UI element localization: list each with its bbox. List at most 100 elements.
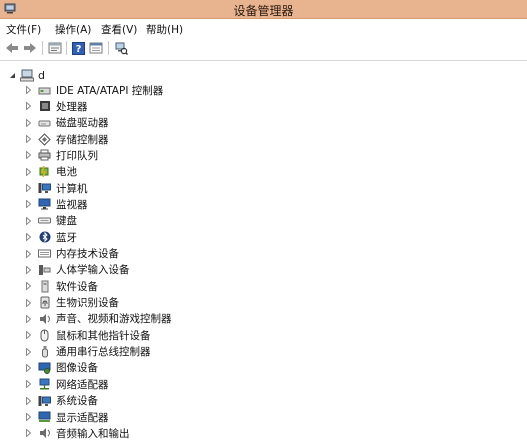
tree-category-label: 计算机 [56,182,88,195]
expand-arrow-icon[interactable] [26,429,32,438]
scan-hardware-icon[interactable] [113,40,129,56]
tree-category-item[interactable]: 监视器 [26,196,88,212]
tree-category-label: 通用串行总线控制器 [56,346,151,359]
expand-arrow-icon[interactable] [26,413,32,421]
tree-category-item[interactable]: 磁盘驱动器 [26,115,109,131]
forward-arrow-icon[interactable] [22,40,38,56]
toolbar-separator [66,41,67,55]
tree-category-label: 系统设备 [56,395,98,408]
expand-arrow-icon[interactable] [26,331,32,340]
expand-arrow-icon[interactable] [26,298,32,307]
network-adapter-icon [38,378,51,391]
tree-category-item[interactable]: IDE ATA/ATAPI 控制器 [26,82,163,98]
help-icon[interactable]: ? [70,40,86,56]
software-device-icon [38,280,51,293]
sound-icon [38,312,51,325]
tree-category-label: 蓝牙 [56,231,77,244]
tree-category-item[interactable]: 网络适配器 [26,376,109,392]
tree-category-label: 存储控制器 [56,133,109,146]
tree-category-item[interactable]: 打印队列 [26,147,98,163]
monitor-icon [38,198,51,211]
tree-category-label: 人体学输入设备 [56,264,130,277]
tree-category-item[interactable]: 显示适配器 [26,409,109,425]
hid-icon [38,263,51,276]
usb-icon [38,345,51,358]
menu-view[interactable]: 查看(V) [101,22,137,37]
computer-icon [38,182,51,195]
tree-category-item[interactable]: 计算机 [26,180,88,196]
storage-controller-icon [38,132,51,146]
printer-icon [38,149,51,162]
expand-arrow-icon[interactable] [26,396,32,405]
expand-arrow-icon[interactable] [26,249,32,258]
title-bar: 设备管理器 [0,0,527,19]
tree-category-item[interactable]: 图像设备 [26,360,98,376]
tree-category-label: 显示适配器 [56,411,109,424]
tree-category-item[interactable]: 内存技术设备 [26,246,119,262]
tree-category-item[interactable]: 生物识别设备 [26,295,119,311]
expand-arrow-icon[interactable] [26,282,32,291]
menu-bar: 文件(F) 操作(A) 查看(V) 帮助(H) [0,19,527,37]
expand-arrow-icon[interactable] [26,102,32,111]
tree-category-label: 电池 [56,166,77,179]
disk-drive-icon [38,116,51,129]
tree-category-label: 磁盘驱动器 [56,117,109,130]
mouse-icon [38,329,51,342]
tree-category-label: 监视器 [56,198,88,211]
keyboard-icon [38,214,51,227]
expand-arrow-icon[interactable] [26,363,32,372]
tree-category-item[interactable]: 蓝牙 [26,229,77,245]
tree-category-label: 生物识别设备 [56,297,119,310]
tree-category-item[interactable]: 通用串行总线控制器 [26,344,151,360]
tree-category-item[interactable]: 电池 [26,164,77,180]
collapse-arrow-icon[interactable] [9,72,16,79]
tree-category-item[interactable]: 人体学输入设备 [26,262,130,278]
expand-arrow-icon[interactable] [26,347,32,356]
tree-category-label: 打印队列 [56,149,98,162]
tree-category-label: 音频输入和输出 [56,427,130,440]
expand-arrow-icon[interactable] [26,216,32,225]
tree-category-item[interactable]: 音频输入和输出 [26,425,130,441]
audio-io-icon [38,427,51,440]
biometric-icon [38,296,51,309]
expand-arrow-icon[interactable] [26,265,32,274]
expand-arrow-icon[interactable] [26,184,32,193]
details-view-icon[interactable] [88,40,104,56]
tree-category-item[interactable]: 鼠标和其他指针设备 [26,327,151,343]
expand-arrow-icon[interactable] [26,135,32,144]
tree-category-label: 处理器 [56,100,88,113]
tree-category-item[interactable]: 处理器 [26,98,88,114]
expand-arrow-icon[interactable] [26,200,32,209]
tree-category-item[interactable]: 声音、视频和游戏控制器 [26,311,172,327]
menu-file[interactable]: 文件(F) [6,22,41,37]
battery-icon [38,165,51,178]
processor-icon [38,100,51,113]
properties-icon[interactable] [47,40,63,56]
tree-category-label: 图像设备 [56,362,98,375]
tree-category-item[interactable]: 软件设备 [26,278,98,294]
expand-arrow-icon[interactable] [26,151,32,160]
expand-arrow-icon[interactable] [26,118,32,127]
camera-icon [38,361,51,374]
menu-help[interactable]: 帮助(H) [146,22,183,37]
window-title: 设备管理器 [233,4,294,18]
tree-category-item[interactable]: 存储控制器 [26,131,109,147]
system-device-icon [38,394,51,407]
tree-category-label: 内存技术设备 [56,248,119,260]
ide-controller-icon [38,84,51,97]
expand-arrow-icon[interactable] [26,86,32,94]
expand-arrow-icon[interactable] [26,380,32,389]
tree-category-label: 鼠标和其他指针设备 [56,329,151,342]
expand-arrow-icon[interactable] [26,233,32,242]
back-arrow-icon[interactable] [4,40,20,56]
tree-root[interactable]: d [9,68,45,82]
device-tree: d IDE ATA/ATAPI 控制器处理器磁盘驱动器存储控制器打印队列电池计算… [0,60,527,445]
tree-category-label: 软件设备 [56,280,98,293]
tree-category-item[interactable]: 系统设备 [26,393,98,409]
toolbar-separator [42,41,43,55]
expand-arrow-icon[interactable] [26,167,32,176]
toolbar: ? [0,38,527,58]
menu-action[interactable]: 操作(A) [55,22,91,37]
tree-category-item[interactable]: 键盘 [26,213,77,229]
expand-arrow-icon[interactable] [26,314,32,323]
